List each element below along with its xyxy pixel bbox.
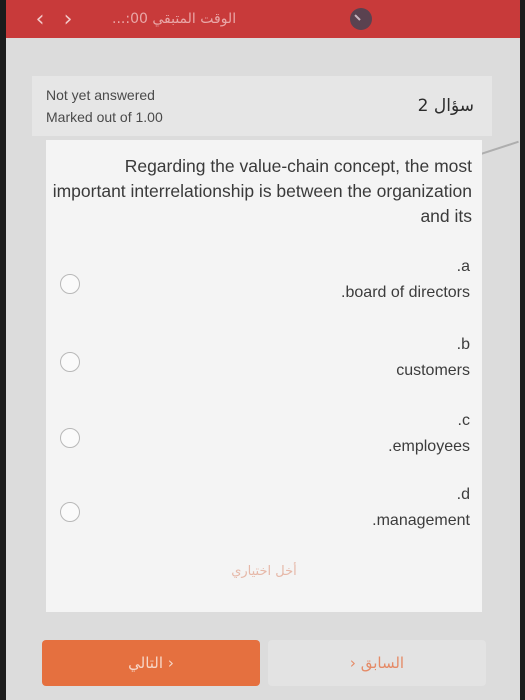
timer-icon (350, 8, 372, 30)
marks-text: Marked out of 1.00 (46, 109, 163, 125)
option-label: .board of directors (341, 284, 470, 301)
radio-button[interactable] (60, 502, 80, 522)
option-letter: .d (456, 486, 470, 503)
option-letter: .b (456, 336, 470, 353)
radio-button[interactable] (60, 428, 80, 448)
option-d[interactable]: .d .management (46, 486, 482, 546)
question-number: سؤال 2 (417, 96, 474, 116)
top-bar: ‹ › الوقت المتبقي 00:... (6, 0, 520, 38)
radio-button[interactable] (60, 274, 80, 294)
option-b[interactable]: .b customers (46, 336, 482, 396)
option-label: .management (372, 512, 470, 529)
question-card: Regarding the value-chain concept, the m… (46, 140, 482, 612)
next-button[interactable]: التالي › (42, 640, 260, 686)
back-arrow-icon[interactable]: ‹ (26, 7, 54, 32)
option-a[interactable]: .a .board of directors (46, 258, 482, 318)
question-status: Not yet answered Marked out of 1.00 (46, 84, 163, 128)
option-letter: .c (457, 412, 470, 429)
option-label: customers (396, 362, 470, 379)
timer-text: الوقت المتبقي 00:... (112, 11, 237, 27)
question-info-card: Not yet answered Marked out of 1.00 سؤال… (32, 76, 492, 136)
radio-button[interactable] (60, 352, 80, 372)
clear-choice-link[interactable]: أخل اختياري (46, 564, 482, 579)
option-c[interactable]: .c .employees (46, 412, 482, 472)
previous-button[interactable]: › السابق (268, 640, 486, 686)
answer-status: Not yet answered (46, 87, 155, 103)
forward-arrow-icon[interactable]: › (54, 7, 82, 32)
option-label: .employees (388, 438, 470, 455)
question-text: Regarding the value-chain concept, the m… (52, 156, 472, 226)
option-letter: .a (456, 258, 470, 275)
quiz-screen: ‹ › الوقت المتبقي 00:... Not yet answere… (6, 0, 520, 700)
